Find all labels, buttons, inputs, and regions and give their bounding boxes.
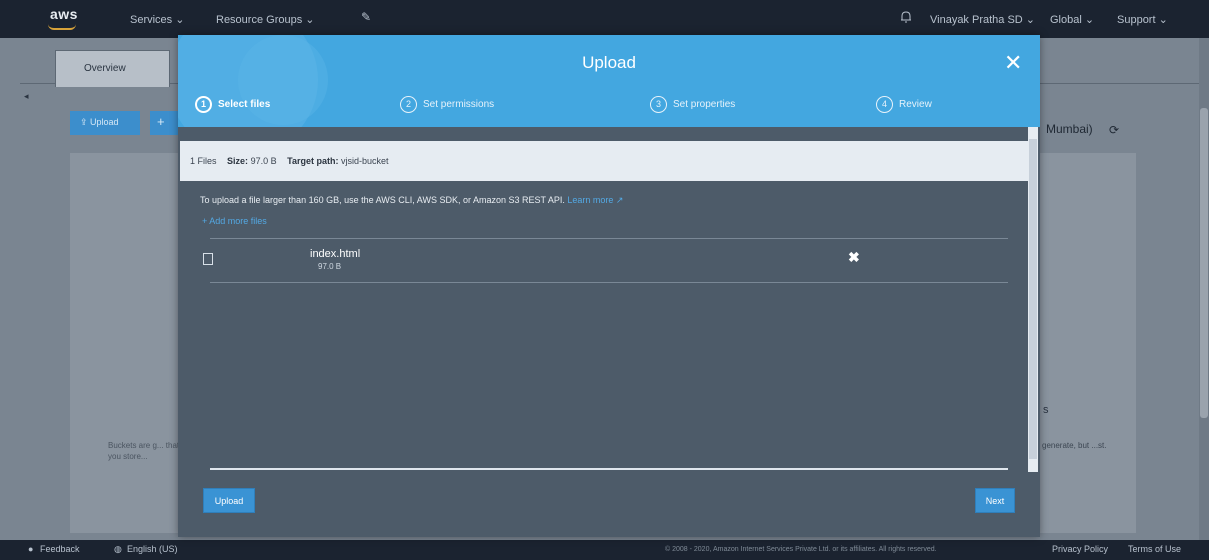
- page-scrollbar-thumb[interactable]: [1200, 108, 1208, 418]
- step-number: 3: [650, 96, 667, 113]
- add-more-files-link[interactable]: + Add more files: [202, 216, 267, 226]
- step-select-files[interactable]: 1 Select files: [195, 96, 270, 113]
- upload-limit-notice: To upload a file larger than 160 GB, use…: [200, 195, 623, 206]
- step-number: 1: [195, 96, 212, 113]
- divider: [210, 238, 1008, 239]
- region-label: Mumbai): [1046, 122, 1093, 136]
- target-path-label: Target path:: [287, 156, 339, 166]
- upload-dialog-header: Upload ✕ 1 Select files 2 Set permissions …: [178, 35, 1040, 127]
- bell-icon[interactable]: [900, 10, 912, 24]
- account-menu[interactable]: Vinayak Pratha SD ⌄: [930, 13, 1035, 26]
- resource-groups-menu[interactable]: Resource Groups ⌄: [216, 13, 314, 26]
- bg-create-button[interactable]: +: [150, 111, 180, 135]
- top-nav: aws Services ⌄ Resource Groups ⌄ ✎ Vinay…: [0, 0, 1209, 38]
- region-menu[interactable]: Global ⌄: [1050, 13, 1094, 26]
- services-menu[interactable]: Services ⌄: [130, 13, 184, 26]
- copyright-text: © 2008 - 2020, Amazon Internet Services …: [665, 546, 937, 553]
- tab-overview[interactable]: Overview: [55, 50, 170, 87]
- next-button[interactable]: Next: [975, 488, 1015, 513]
- upload-button[interactable]: Upload: [203, 488, 255, 513]
- aws-logo-smile-icon: [48, 24, 76, 30]
- pin-icon[interactable]: ✎: [361, 10, 371, 24]
- size-value: 97.0 B: [250, 156, 277, 166]
- upload-dialog: Upload ✕ 1 Select files 2 Set permissions …: [178, 35, 1040, 537]
- divider: [210, 282, 1008, 283]
- step-label: Set permissions: [423, 99, 495, 111]
- target-path-value: vjsid-bucket: [340, 156, 389, 166]
- file-name: index.html: [310, 248, 361, 260]
- close-icon[interactable]: ✕: [1004, 52, 1022, 74]
- file-icon: [203, 253, 213, 265]
- dialog-title: Upload: [582, 53, 636, 72]
- panel-description-left: Buckets are g... that you store...: [108, 441, 180, 461]
- feedback-icon[interactable]: ●: [28, 544, 33, 554]
- feedback-link[interactable]: Feedback: [40, 544, 80, 554]
- file-size: 97.0 B: [318, 262, 342, 271]
- collapse-arrow-icon[interactable]: ◂: [24, 91, 29, 102]
- remove-file-icon[interactable]: ✖: [848, 249, 860, 266]
- size-label: Size:: [227, 156, 249, 166]
- footer-divider: [210, 468, 1008, 470]
- refresh-icon[interactable]: ⟳: [1109, 123, 1119, 137]
- globe-icon: ◍: [114, 544, 122, 554]
- file-list-area: To upload a file larger than 160 GB, use…: [180, 181, 1028, 473]
- language-selector[interactable]: English (US): [127, 544, 178, 554]
- page-scrollbar[interactable]: [1199, 38, 1209, 540]
- aws-logo[interactable]: aws: [50, 6, 78, 22]
- step-set-properties[interactable]: 3 Set properties: [650, 96, 735, 113]
- step-review[interactable]: 4 Review: [876, 96, 932, 113]
- step-number: 2: [400, 96, 417, 113]
- upload-summary-bar: 1 Files Size: 97.0 B Target path: vjsid-…: [180, 141, 1028, 181]
- footer: ● Feedback ◍ English (US) © 2008 - 2020,…: [0, 540, 1209, 560]
- upload-limit-text: To upload a file larger than 160 GB, use…: [200, 195, 565, 205]
- panel-description-right: generate, but ...st.: [1042, 441, 1107, 450]
- support-menu[interactable]: Support ⌄: [1117, 13, 1168, 26]
- dialog-scrollbar[interactable]: [1028, 127, 1038, 472]
- step-set-permissions[interactable]: 2 Set permissions: [400, 96, 494, 113]
- panel-heading-fragment: s: [1043, 404, 1049, 416]
- privacy-policy-link[interactable]: Privacy Policy: [1052, 544, 1108, 554]
- dialog-scrollbar-thumb[interactable]: [1029, 139, 1037, 459]
- step-number: 4: [876, 96, 893, 113]
- step-label: Review: [899, 99, 932, 111]
- bg-upload-button[interactable]: ⇪ Upload: [70, 111, 140, 135]
- learn-more-link[interactable]: Learn more ↗: [567, 195, 623, 205]
- step-label: Select files: [218, 99, 271, 111]
- step-label: Set properties: [673, 99, 736, 111]
- file-count: 1 Files: [190, 156, 217, 166]
- terms-of-use-link[interactable]: Terms of Use: [1128, 544, 1181, 554]
